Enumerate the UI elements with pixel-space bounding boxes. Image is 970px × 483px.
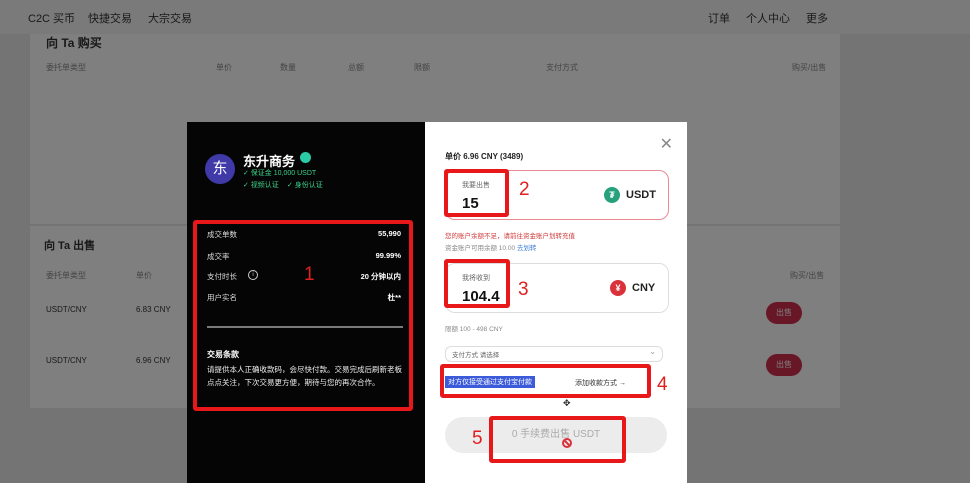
cny-icon: ¥ [610, 280, 626, 296]
annotation-box-5 [489, 416, 626, 463]
annotation-number-1: 1 [304, 264, 315, 285]
close-icon[interactable]: ✕ [660, 134, 673, 154]
cursor-icon: ✥ [563, 398, 571, 408]
deposit-badge: ✓ 保证金 10,000 USDT [243, 170, 317, 177]
payment-method-select[interactable]: 支付方式 请选择 ⌄ [445, 346, 663, 362]
available-text: 资金账户可用余额 10.00 [445, 245, 516, 252]
avatar: 东 [205, 154, 235, 184]
limit-text: 限额 100 - 498 CNY [445, 326, 503, 333]
annotation-number-4: 4 [657, 374, 668, 395]
chevron-down-icon: ⌄ [649, 347, 656, 356]
unit-price: 单价 6.96 CNY (3489) [445, 152, 524, 161]
annotation-box-2 [444, 169, 509, 217]
balance-error: 您的账户余额不足，请前往资金账户划转充值 [445, 233, 575, 240]
annotation-box-1 [193, 220, 413, 411]
annotation-number-3: 3 [518, 279, 529, 300]
usdt-icon: ₮ [604, 187, 620, 203]
annotation-box-3 [444, 259, 510, 308]
transfer-link[interactable]: 去划转 [517, 245, 537, 252]
verified-icon [300, 152, 311, 163]
annotation-box-4 [440, 364, 651, 398]
video-verified-badge: ✓ 视频认证 [243, 182, 279, 189]
annotation-number-2: 2 [519, 179, 530, 200]
receive-currency: CNY [632, 282, 656, 294]
available-balance: 资金账户可用余额 10.00 去划转 [445, 242, 536, 252]
payment-select-label: 支付方式 请选择 [452, 352, 500, 359]
id-verified-badge: ✓ 身份认证 [287, 182, 323, 189]
sell-currency: USDT [626, 189, 656, 201]
annotation-number-5: 5 [472, 428, 483, 449]
